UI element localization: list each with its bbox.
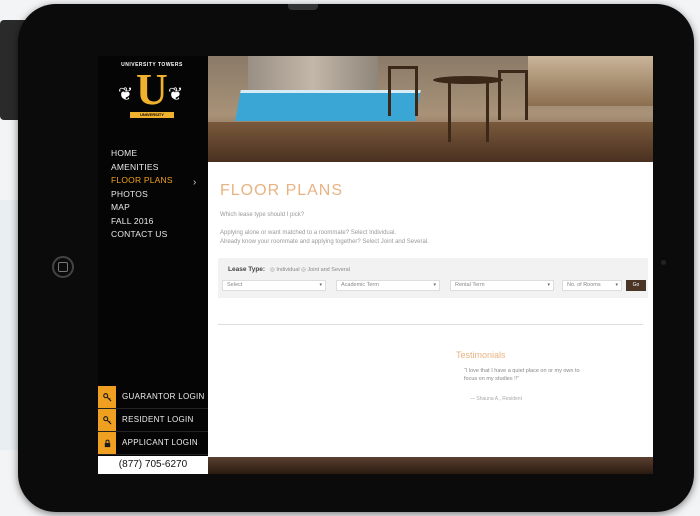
hero-window (528, 56, 653, 106)
chevron-down-icon: ▾ (547, 282, 550, 288)
divider (218, 324, 643, 325)
lease-question: Which lease type should I pick? (220, 212, 305, 218)
go-button[interactable]: Go (626, 280, 646, 291)
hero-stone-wall (248, 56, 378, 92)
applicant-login-button[interactable]: APPLICANT LOGIN (98, 432, 208, 455)
key-icon (98, 409, 116, 431)
select-floorplan-value: Select (227, 282, 243, 288)
help-text-individual: Applying alone or want matched to a room… (220, 230, 397, 236)
select-rental-term[interactable]: Rental Term ▾ (450, 280, 554, 291)
chevron-right-icon: › (193, 177, 197, 188)
hero-table-leg (448, 82, 451, 142)
logo-monogram: U (136, 65, 168, 114)
nav-item-contact-us[interactable]: CONTACT US (111, 229, 173, 243)
testimonials-title: Testimonials (456, 350, 506, 360)
footer-band (208, 457, 653, 474)
hero-chair (498, 70, 528, 120)
select-rental-term-value: Rental Term (455, 282, 485, 288)
page-title: FLOOR PLANS (220, 182, 344, 199)
nav-item-home[interactable]: HOME (111, 148, 173, 162)
main-content: FLOOR PLANS Which lease type should I pi… (208, 162, 653, 457)
logo[interactable]: UNIVERSITY TOWERS ❦ U ❦ UNIVERSITY (110, 62, 194, 124)
front-camera-icon (661, 260, 666, 265)
nav-item-fall-2016[interactable]: FALL 2016 (111, 216, 173, 230)
main-nav: HOME AMENITIES FLOOR PLANS PHOTOS MAP FA… (111, 148, 173, 243)
chevron-down-icon: ▾ (433, 282, 436, 288)
tablet-frame: UNIVERSITY TOWERS ❦ U ❦ UNIVERSITY HOME … (18, 4, 694, 512)
floorplan-filter: Lease Type: ◎ Individual ◎ Joint and Sev… (218, 258, 648, 298)
help-text-joint: Already know your roommate and applying … (220, 239, 429, 245)
applicant-login-label: APPLICANT LOGIN (122, 438, 198, 447)
guarantor-login-button[interactable]: GUARANTOR LOGIN (98, 386, 208, 409)
sidebar: UNIVERSITY TOWERS ❦ U ❦ UNIVERSITY HOME … (98, 56, 208, 474)
lock-icon (98, 432, 116, 454)
chevron-down-icon: ▾ (615, 282, 618, 288)
hero-deck (208, 122, 653, 162)
laurel-left-icon: ❦ (118, 84, 134, 104)
chevron-down-icon: ▾ (319, 282, 322, 288)
testimonial-author: — Shauna A., Resident (470, 396, 522, 402)
login-stack: GUARANTOR LOGIN RESIDENT LOGIN APPLICANT… (98, 386, 208, 455)
laurel-right-icon: ❦ (168, 84, 184, 104)
select-academic-term[interactable]: Academic Term ▾ (336, 280, 440, 291)
lease-type-radios[interactable]: ◎ Individual ◎ Joint and Several (270, 267, 350, 273)
select-academic-term-value: Academic Term (341, 282, 379, 288)
nav-item-map[interactable]: MAP (111, 202, 173, 216)
testimonial-quote-line-2: focus on my studies !!” (464, 376, 520, 382)
tablet-camera (288, 4, 318, 10)
hero-table-leg (486, 82, 489, 142)
hero-chair (388, 66, 418, 116)
screen: UNIVERSITY TOWERS ❦ U ❦ UNIVERSITY HOME … (98, 56, 653, 474)
hero-table (433, 76, 503, 84)
select-rooms-value: No. of Rooms (567, 282, 601, 288)
home-button[interactable] (52, 256, 74, 278)
logo-banner: UNIVERSITY (130, 112, 174, 118)
nav-item-amenities[interactable]: AMENITIES (111, 162, 173, 176)
testimonial-quote-line-1: “I love that I have a quiet place on or … (464, 368, 580, 374)
hero-photo (208, 56, 653, 162)
nav-item-photos[interactable]: PHOTOS (111, 189, 173, 203)
home-square-icon (58, 262, 68, 272)
select-floorplan[interactable]: Select ▾ (222, 280, 326, 291)
resident-login-label: RESIDENT LOGIN (122, 415, 194, 424)
key-icon (98, 386, 116, 408)
phone-number[interactable]: (877) 705-6270 (98, 456, 208, 474)
select-rooms[interactable]: No. of Rooms ▾ (562, 280, 622, 291)
guarantor-login-label: GUARANTOR LOGIN (122, 392, 205, 401)
resident-login-button[interactable]: RESIDENT LOGIN (98, 409, 208, 432)
lease-type-label: Lease Type: (228, 266, 266, 273)
nav-item-floor-plans[interactable]: FLOOR PLANS (111, 175, 173, 189)
